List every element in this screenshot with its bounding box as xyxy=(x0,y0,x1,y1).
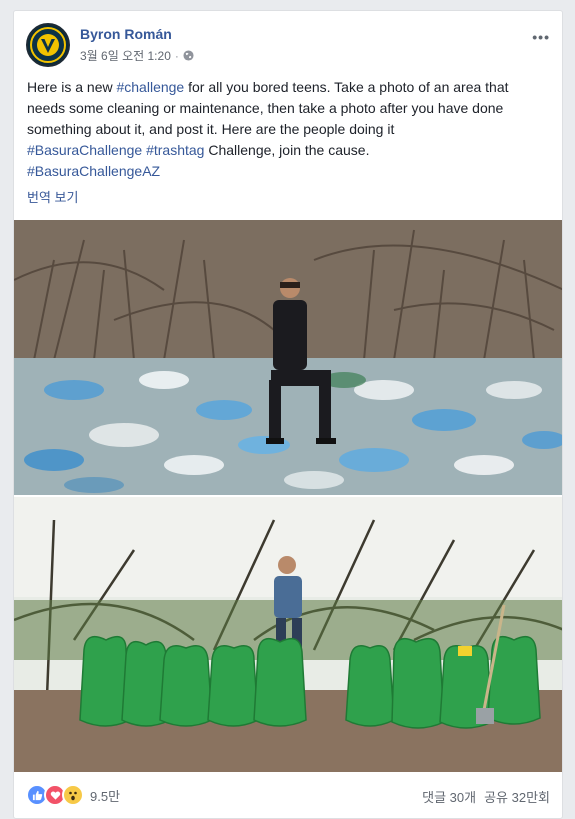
post-photo[interactable] xyxy=(14,220,562,772)
post-stats: 댓글 30개 공유 32만회 xyxy=(422,787,550,806)
post-timestamp[interactable]: 3월 6일 오전 1:20 xyxy=(80,47,171,64)
post-text: Here is a new #challenge for all you bor… xyxy=(27,77,546,182)
meta-separator: · xyxy=(174,48,179,63)
shares-count[interactable]: 공유 32만회 xyxy=(484,787,550,806)
wow-icon xyxy=(62,784,84,806)
avatar[interactable] xyxy=(26,23,70,67)
comments-count[interactable]: 댓글 30개 xyxy=(422,787,476,806)
page-logo-icon xyxy=(30,27,66,63)
hashtag-basurachallengeaz[interactable]: #BasuraChallengeAZ xyxy=(27,163,160,179)
post-paragraph: Here is a new #challenge for all you bor… xyxy=(27,77,546,182)
text-segment: Challenge, join the cause. xyxy=(204,142,370,158)
photo-image xyxy=(14,220,562,772)
author-name[interactable]: Byron Román xyxy=(80,26,172,42)
see-translation-link[interactable]: 번역 보기 xyxy=(27,187,78,206)
post-card: Byron Román 3월 6일 오전 1:20 · ••• Here is … xyxy=(13,10,563,819)
more-options-button[interactable]: ••• xyxy=(532,29,550,45)
globe-icon[interactable] xyxy=(183,50,194,61)
text-segment: Here is a new xyxy=(27,79,117,95)
post-footer: 9.5만 댓글 30개 공유 32만회 xyxy=(26,781,550,808)
hashtag-trashtag[interactable]: #trashtag xyxy=(146,142,204,158)
hashtag-challenge[interactable]: #challenge xyxy=(116,79,184,95)
reactions-summary[interactable]: 9.5만 xyxy=(26,784,120,806)
post-meta: 3월 6일 오전 1:20 · xyxy=(80,47,194,64)
post-header: Byron Román 3월 6일 오전 1:20 · ••• xyxy=(26,23,550,67)
reaction-count: 9.5만 xyxy=(90,788,121,804)
hashtag-basurachallenge[interactable]: #BasuraChallenge xyxy=(27,142,142,158)
